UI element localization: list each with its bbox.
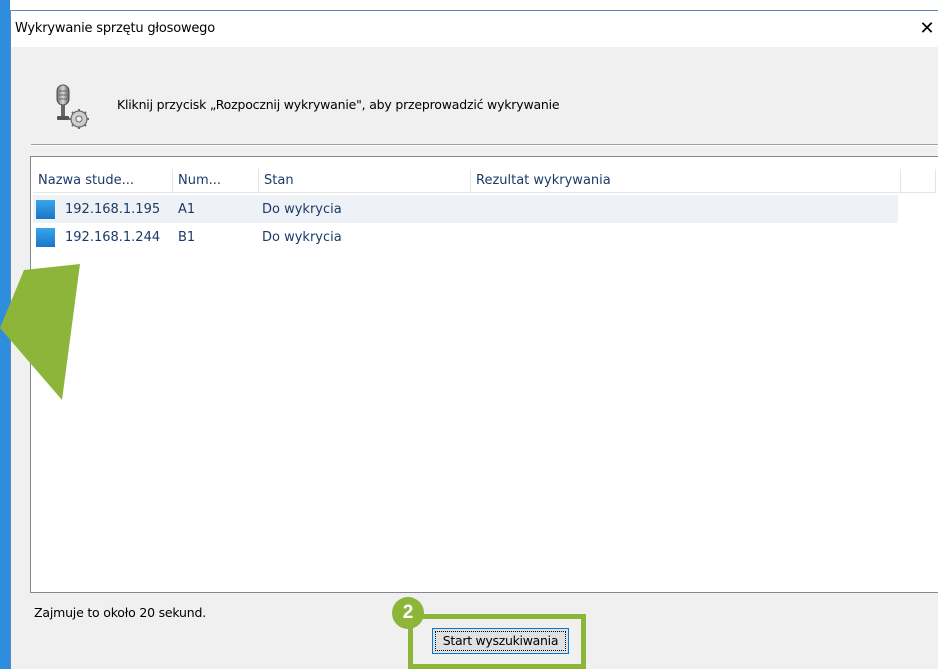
duration-note: Zajmuje to około 20 sekund. [34,605,207,620]
instruction-text: Kliknij przycisk „Rozpocznij wykrywanie"… [117,97,560,112]
window-title: Wykrywanie sprzętu głosowego [15,21,215,36]
annotation-arrow [0,264,80,400]
title-bar: Wykrywanie sprzętu głosowego ✕ [11,11,938,47]
column-header-number[interactable]: Num... [173,169,259,192]
column-header-name[interactable]: Nazwa stude... [33,169,173,192]
column-header-status[interactable]: Stan [259,169,471,192]
device-number-cell: A1 [178,201,196,217]
device-status-cell: Do wykrycia [262,201,342,217]
separator [31,144,938,146]
device-ip: 192.168.1.195 [65,201,161,217]
device-number-cell: B1 [178,229,196,245]
device-list[interactable]: Nazwa stude... Num... Stan Rezultat wykr… [30,156,938,593]
voice-hardware-detection-dialog: Wykrywanie sprzętu głosowego ✕ Kliknij p… [10,10,938,669]
device-icon [36,199,55,219]
table-row[interactable]: 192.168.1.244 B1 Do wykrycia [33,223,898,251]
table-row[interactable]: 192.168.1.195 A1 Do wykrycia [33,195,898,223]
close-icon[interactable]: ✕ [915,17,938,41]
column-header-filler [901,169,936,192]
microphone-settings-icon [56,84,89,129]
start-search-button-label: Start wyszukiwania [442,633,559,648]
device-status-cell: Do wykrycia [262,229,342,245]
device-name-cell: 192.168.1.195 [33,199,173,219]
screen: Wykrywanie sprzętu głosowego ✕ Kliknij p… [0,0,938,669]
start-search-button[interactable]: Start wyszukiwania [432,628,569,654]
list-header: Nazwa stude... Num... Stan Rezultat wykr… [33,169,936,193]
step-badge: 2 [392,597,424,629]
column-header-result[interactable]: Rezultat wykrywania [471,169,901,192]
